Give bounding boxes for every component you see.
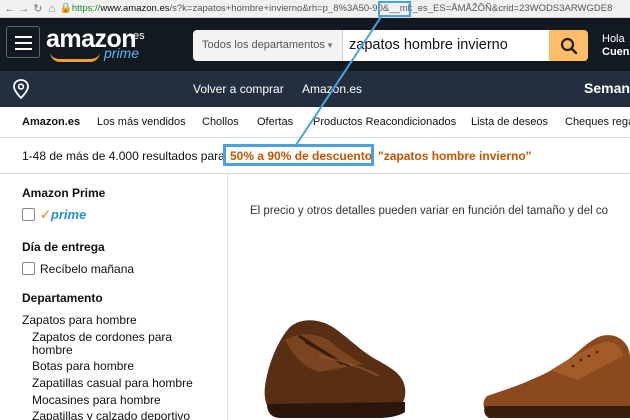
prime-check-icon: ✓ [40,207,51,222]
filters-sidebar: Amazon Prime ✓prime Día de entrega Recíb… [0,174,228,420]
discount-filter-label: 50% a 90% de descuento [230,149,373,163]
url-scheme: https:// [71,2,101,14]
promo-banner-text[interactable]: Seman [584,80,630,96]
nav-item-best-sellers[interactable]: Los más vendidos [97,116,186,128]
prime-checkbox[interactable] [22,208,35,221]
search-query-label: "zapatos hombre invierno" [378,149,532,163]
nav-item-amazon-es[interactable]: Amazon.es [22,116,80,128]
department-filter-heading: Departamento [22,291,103,305]
nav-item-refurbished[interactable]: Productos Reacondicionados [313,116,456,128]
subcategory-item[interactable]: Mocasines para hombre [32,394,161,407]
logo-suffix: .es [130,30,145,42]
account-label: Cuen [602,46,630,58]
browser-url-bar: ← → ↻ ⌂ 🔒 https://www.amazon.es/s?k=zapa… [0,0,630,18]
url-field[interactable]: https://www.amazon.es/s?k=zapatos+hombre… [72,2,630,16]
product-image-wingtip-shoe[interactable] [481,326,630,420]
nav-item-gift-cards[interactable]: Cheques rega [565,116,630,128]
nav-item-deals[interactable]: Chollos [202,116,239,128]
reload-icon[interactable]: ↻ [32,2,44,16]
department-label: Todos los departamentos [202,39,325,51]
back-icon[interactable]: ← [4,2,16,16]
subcategory-item[interactable]: Zapatillas y calzado deportivo [32,410,190,420]
prime-filter-label: prime [50,207,87,222]
search-bar: Todos los departamentos ▼ zapatos hombre… [193,30,588,61]
subcategory-item[interactable]: Botas para hombre [32,360,134,373]
delivery-option-tomorrow[interactable]: Recíbelo mañana [40,262,134,276]
department-root-link[interactable]: Zapatos para hombre [22,313,137,327]
prime-filter-heading: Amazon Prime [22,186,106,200]
results-count: 1-48 de más de 4.000 resultados para [22,149,225,163]
subcategory-item[interactable]: Zapatillas casual para hombre [32,377,193,390]
logo-prime: prime [104,45,140,61]
menu-icon[interactable] [6,26,40,58]
chevron-down-icon: ▼ [326,41,334,50]
results-bar: 1-48 de más de 4.000 resultados para 50%… [0,138,630,174]
delivery-checkbox[interactable] [22,262,35,275]
price-note: El precio y otros detalles pueden variar… [250,205,608,217]
results-main: El precio y otros detalles pueden variar… [229,174,630,420]
search-button[interactable] [549,30,588,61]
search-icon [560,37,577,54]
nav-item-wishlist[interactable]: Lista de deseos [471,116,548,128]
buy-again-link[interactable]: Volver a comprar [193,82,284,96]
delivery-filter-heading: Día de entrega [22,240,105,254]
department-select[interactable]: Todos los departamentos ▼ [193,30,343,61]
prime-filter-option[interactable]: ✓prime [40,207,86,223]
subcategory-item[interactable]: Zapatos de cordones para hombre [32,331,192,357]
url-host: www.amazon.es [100,2,170,14]
forward-icon[interactable]: → [18,2,30,16]
lock-icon: 🔒 [59,2,73,14]
search-input[interactable]: zapatos hombre invierno [343,30,549,61]
nav-strip: Amazon.es Los más vendidos Chollos Ofert… [0,107,630,138]
account-menu[interactable]: Hola Cuen [602,33,630,59]
url-highlight-box [378,1,411,17]
amazon-header: amazon .es prime Todos los departamentos… [0,18,630,71]
sub-header: Volver a comprar Amazon.es Seman [0,71,630,107]
location-pin-icon[interactable] [12,79,30,99]
home-icon[interactable]: ⌂ [46,2,58,16]
nav-item-offers[interactable]: Ofertas [257,116,293,128]
logo-smile-icon [50,52,100,62]
amazon-es-link[interactable]: Amazon.es [302,82,362,96]
product-image-brown-shoe[interactable] [259,316,409,420]
account-greeting: Hola [602,33,625,45]
